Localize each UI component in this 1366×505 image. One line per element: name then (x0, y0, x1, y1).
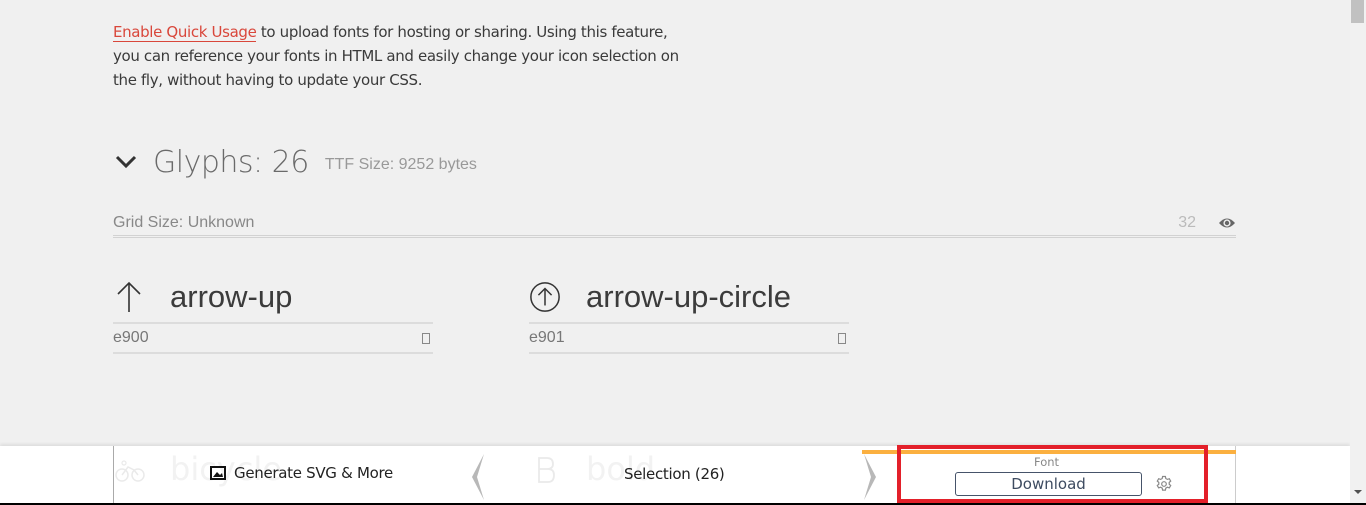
grid-size-value[interactable]: 32 (1178, 214, 1196, 232)
enable-quick-usage-link[interactable]: Enable Quick Usage (113, 23, 257, 42)
previous-arrow-icon[interactable] (470, 454, 486, 504)
glyph-code[interactable]: e900 (113, 329, 149, 347)
grid-size-label: Grid Size: Unknown (113, 214, 255, 231)
page: Enable Quick Usage to upload fonts for h… (0, 0, 1350, 505)
glyph-card-header: arrow-up (113, 272, 433, 322)
glyph-card-arrow-up[interactable]: arrow-up e900 (113, 272, 433, 354)
grid-size-row: Grid Size: Unknown 32 (113, 210, 1236, 238)
glyph-name[interactable]: arrow-up (170, 279, 292, 315)
arrow-up-circle-icon (529, 280, 561, 314)
active-tab-indicator (862, 450, 1236, 454)
glyphs-section-header: Glyphs: 26 TTF Size: 9252 bytes (113, 140, 477, 184)
selection-tab[interactable]: Selection (26) (624, 465, 725, 483)
font-label: Font (1034, 455, 1060, 469)
glyph-code[interactable]: e901 (529, 329, 565, 347)
vertical-scrollbar[interactable] (1350, 0, 1366, 503)
divider (113, 446, 114, 503)
image-icon (210, 466, 226, 480)
glyph-card-header: arrow-up-circle (529, 272, 849, 322)
generate-svg-label: Generate SVG & More (234, 464, 393, 482)
scrollbar-thumb[interactable] (1351, 0, 1364, 23)
arrow-up-icon (113, 280, 145, 314)
download-font-button[interactable]: Download (955, 472, 1142, 496)
glyph-code-row: e900 (113, 322, 433, 354)
glyphs-count-title: Glyphs: 26 (153, 144, 309, 180)
bicycle-icon (115, 460, 145, 486)
chevron-down-icon[interactable] (113, 149, 139, 175)
eye-icon[interactable] (1218, 215, 1236, 229)
quick-usage-intro: Enable Quick Usage to upload fonts for h… (113, 20, 693, 92)
next-arrow-icon[interactable] (862, 454, 878, 504)
divider (1235, 446, 1236, 503)
gear-icon[interactable] (1155, 475, 1173, 493)
scroll-down-arrow-icon[interactable] (1354, 490, 1362, 494)
glyph-preview-box[interactable] (422, 333, 430, 344)
glyph-card-arrow-up-circle[interactable]: arrow-up-circle e901 (529, 272, 849, 354)
glyph-name[interactable]: arrow-up-circle (586, 279, 791, 315)
glyph-code-row: e901 (529, 322, 849, 354)
bottom-action-bar: bicycle bold Generate SVG & More Selecti… (0, 446, 1350, 503)
ttf-size-label: TTF Size: 9252 bytes (324, 156, 477, 173)
bold-icon (536, 456, 556, 488)
generate-svg-button[interactable]: Generate SVG & More (210, 464, 393, 482)
glyph-preview-box[interactable] (838, 333, 846, 344)
